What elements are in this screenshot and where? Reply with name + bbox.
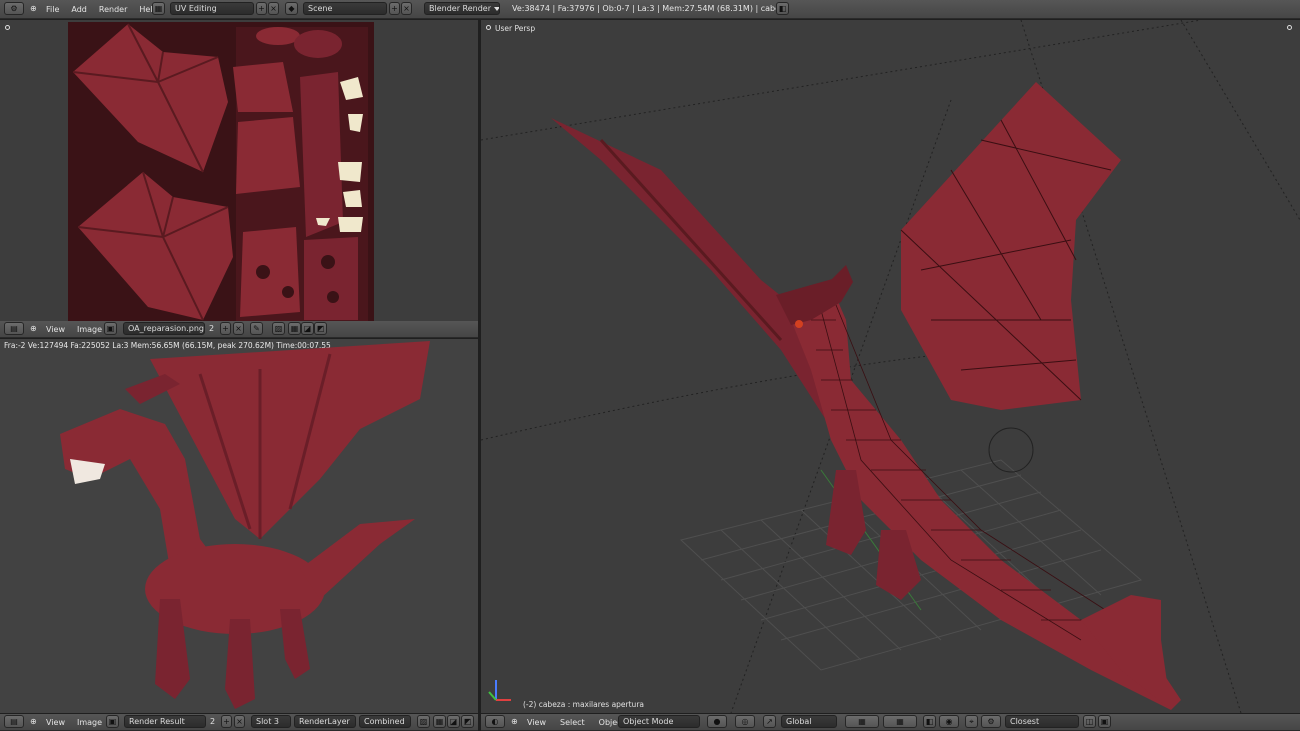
3d-viewport-area[interactable]: User Persp (-2) cabeza: maxilares apert…	[481, 20, 1300, 713]
snap-icon[interactable]: ⌖	[965, 715, 978, 728]
paint-icon[interactable]: ▨	[417, 715, 430, 728]
add-layout-icon[interactable]: +	[256, 2, 267, 15]
opengl-render-icon[interactable]: ◫	[1083, 715, 1096, 728]
paint-icon[interactable]: ▨	[272, 322, 285, 335]
opengl-anim-icon[interactable]: ▣	[1098, 715, 1111, 728]
menu-file[interactable]: File	[46, 5, 59, 14]
scene-stats: Ve:38474 | Fa:37976 | Ob:0-7 | La:3 | Me…	[512, 4, 790, 13]
3d-viewport-header: ◐ ⊕ View Select Object Object Mode ● ◎ ↗…	[481, 714, 1300, 731]
mode-select[interactable]: Object Mode	[618, 715, 700, 728]
menu-view[interactable]: View	[527, 718, 546, 727]
image-browse-icon[interactable]: ▣	[106, 715, 119, 728]
image-name-field[interactable]: Render Result	[124, 715, 206, 728]
render-result-area[interactable]: Fra:-2 Ve:127494 Fa:225052 La:3 Mem:56.6…	[0, 339, 478, 713]
snap-target-select[interactable]: Closest	[1005, 715, 1079, 728]
object-info-text: (-2) cabeza : maxilares apertura	[523, 700, 644, 709]
image-users-count: 2	[209, 324, 215, 333]
uv-editor-area[interactable]	[0, 20, 478, 321]
editor-type-icon[interactable]: ◐	[485, 715, 505, 728]
proportional-icon[interactable]: ◉	[939, 715, 959, 728]
editor-type-icon[interactable]: ▤	[4, 715, 24, 728]
uv-texture-image	[68, 22, 374, 321]
unlink-image-icon[interactable]: ×	[233, 322, 244, 335]
remove-layout-icon[interactable]: ×	[268, 2, 279, 15]
dragon-mesh-view	[481, 20, 1300, 713]
lock-icon[interactable]: ◧	[923, 715, 936, 728]
pin-icon[interactable]: ✎	[250, 322, 263, 335]
info-header: ⚙ ⊕ File Add Render Help ▦ UV Editing + …	[0, 0, 1300, 19]
menu-image[interactable]: Image	[77, 325, 102, 334]
render-header: ▤ ⊕ View Image ▣ Render Result 2 + × Slo…	[0, 714, 478, 731]
collapse-icon[interactable]: ⊕	[30, 717, 37, 726]
layout-icon[interactable]: ▦	[152, 2, 165, 15]
add-scene-icon[interactable]: +	[389, 2, 400, 15]
image-name-field[interactable]: OA_reparasion.png	[123, 322, 205, 335]
alpha-icon[interactable]: ◩	[314, 322, 327, 335]
scene-icon[interactable]: ◆	[285, 2, 298, 15]
collapse-icon[interactable]: ⊕	[30, 4, 37, 13]
new-image-icon[interactable]: +	[221, 715, 232, 728]
channels-icon[interactable]: ◪	[301, 322, 314, 335]
render-pass-select[interactable]: Combined	[359, 715, 411, 728]
image-browse-icon[interactable]: ▣	[104, 322, 117, 335]
snap-element-icon[interactable]: ⚙	[981, 715, 1001, 728]
slot-select[interactable]: Slot 3	[251, 715, 291, 728]
menu-view[interactable]: View	[46, 718, 65, 727]
new-image-icon[interactable]: +	[220, 322, 231, 335]
menu-image[interactable]: Image	[77, 718, 102, 727]
menu-render[interactable]: Render	[99, 5, 127, 14]
remove-scene-icon[interactable]: ×	[401, 2, 412, 15]
menu-select[interactable]: Select	[560, 718, 585, 727]
editor-type-icon[interactable]: ▤	[4, 322, 24, 335]
pivot-icon[interactable]: ◎	[735, 715, 755, 728]
layout-select[interactable]: UV Editing	[170, 2, 254, 15]
unlink-image-icon[interactable]: ×	[234, 715, 245, 728]
render-layer-select[interactable]: RenderLayer	[294, 715, 356, 728]
checker-icon[interactable]: ▦	[288, 322, 301, 335]
channels-icon[interactable]: ◪	[447, 715, 460, 728]
orientation-select[interactable]: Global	[781, 715, 837, 728]
uv-editor-header: ▤ ⊕ View Image ▣ OA_reparasion.png 2 + ×…	[0, 321, 478, 338]
shading-icon[interactable]: ●	[707, 715, 727, 728]
manipulator-icon[interactable]: ↗	[763, 715, 776, 728]
scene-select[interactable]: Scene	[303, 2, 387, 15]
image-users-count: 2	[210, 717, 216, 726]
area-corner-icon[interactable]	[5, 25, 10, 30]
editor-type-icon[interactable]: ⚙	[4, 2, 24, 15]
layers-icon-2[interactable]: ▦	[883, 715, 917, 728]
render-engine-select[interactable]: Blender Render	[424, 2, 500, 15]
collapse-icon[interactable]: ⊕	[511, 717, 518, 726]
render-icon[interactable]: ◧	[776, 2, 789, 15]
checker-icon[interactable]: ▦	[433, 715, 446, 728]
alpha-icon[interactable]: ◩	[461, 715, 474, 728]
dragon-render-image	[60, 341, 430, 709]
menu-add[interactable]: Add	[71, 5, 87, 14]
menu-view[interactable]: View	[46, 325, 65, 334]
layers-icon[interactable]: ▦	[845, 715, 879, 728]
collapse-icon[interactable]: ⊕	[30, 324, 37, 333]
